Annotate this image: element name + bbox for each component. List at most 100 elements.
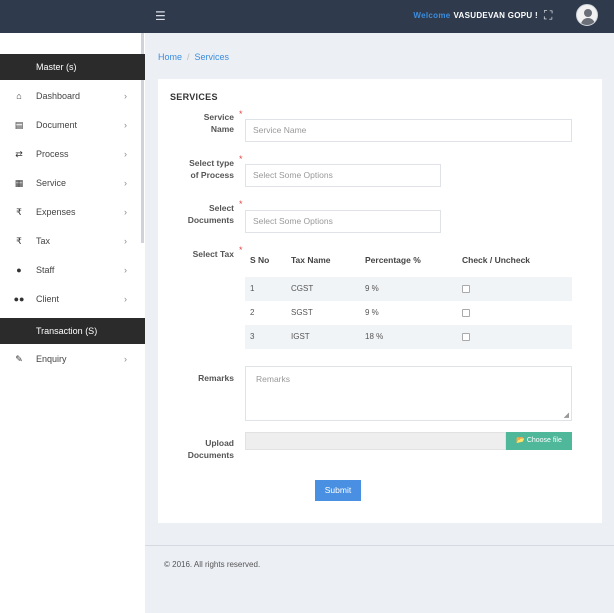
breadcrumb-separator: / (187, 52, 190, 62)
chevron-right-icon: › (124, 91, 127, 101)
table-row: 3 IGST 18 % (245, 325, 572, 349)
required-marker: * (239, 245, 243, 255)
sidebar-item-label: Document (36, 120, 78, 130)
home-icon: ⌂ (16, 91, 22, 101)
remarks-textarea[interactable]: Remarks ◢ (245, 366, 572, 421)
chevron-right-icon: › (124, 120, 127, 130)
tax-sno: 3 (250, 332, 255, 341)
user-icon: ● (16, 265, 22, 275)
tax-percent: 9 % (365, 308, 379, 317)
label-line: of Process (190, 170, 234, 180)
sidebar-item-client[interactable]: ●● Client › (0, 285, 145, 314)
tax-percent: 18 % (365, 332, 384, 341)
label-line: Documents (187, 215, 234, 225)
sidebar-item-service[interactable]: ▦ Service › (0, 169, 145, 198)
required-marker: * (239, 199, 243, 209)
label-line: Name (210, 124, 234, 134)
chevron-right-icon: › (124, 294, 127, 304)
welcome-message: Welcome VASUDEVAN GOPU ! (413, 11, 538, 20)
sidebar-header-master: Master (s) (0, 54, 145, 80)
chevron-right-icon: › (124, 149, 127, 159)
chevron-right-icon: › (124, 236, 127, 246)
tax-sno: 1 (250, 284, 255, 293)
rupee-icon: ₹ (16, 207, 22, 217)
chevron-right-icon: › (124, 178, 127, 188)
tax-checkbox[interactable] (462, 285, 470, 293)
breadcrumb: Home / Services (158, 52, 229, 62)
sidebar-item-label: Dashboard (36, 91, 81, 101)
page-title: SERVICES (170, 92, 218, 102)
label-line: Service (203, 112, 234, 122)
tax-checkbox[interactable] (462, 309, 470, 317)
tax-sno: 2 (250, 308, 255, 317)
process-type-select[interactable]: Select Some Options (245, 164, 441, 187)
required-marker: * (239, 109, 243, 119)
table-header: Check / Uncheck (462, 255, 531, 265)
resize-handle-icon[interactable]: ◢ (564, 411, 569, 419)
sidebar-header-transaction: Transaction (S) (0, 318, 145, 344)
table-row: 1 CGST 9 % (245, 277, 572, 301)
select-tax-label: Select Tax (192, 249, 234, 259)
users-icon: ●● (13, 294, 25, 304)
table-header: Percentage % (365, 255, 421, 265)
footer-divider (145, 545, 614, 546)
required-marker: * (239, 154, 243, 164)
sidebar-item-document[interactable]: ▤ Document › (0, 111, 145, 140)
document-icon: ▤ (14, 120, 24, 130)
sidebar-item-label: Client (36, 294, 60, 304)
sidebar-item-staff[interactable]: ● Staff › (0, 256, 145, 285)
sidebar-item-label: Expenses (36, 207, 76, 217)
expand-icon[interactable]: ⛶ (544, 8, 552, 23)
welcome-label: Welcome (413, 11, 451, 20)
edit-icon: ✎ (15, 354, 23, 364)
tax-name: CGST (291, 284, 314, 293)
user-name: VASUDEVAN GOPU ! (453, 11, 538, 20)
tax-percent: 9 % (365, 284, 379, 293)
avatar-head-shape (584, 9, 592, 17)
choose-file-label: Choose file (526, 437, 562, 444)
folder-open-icon: 📂 (516, 437, 525, 444)
user-avatar-icon[interactable] (576, 4, 598, 26)
sidebar-item-label: Enquiry (36, 354, 67, 364)
breadcrumb-current[interactable]: Services (195, 52, 230, 62)
sidebar-item-expenses[interactable]: ₹ Expenses › (0, 198, 145, 227)
tax-name: SGST (291, 308, 313, 317)
sidebar-item-tax[interactable]: ₹ Tax › (0, 227, 145, 256)
label-line: Select type (189, 158, 234, 168)
tax-checkbox[interactable] (462, 333, 470, 341)
label-line: Select (208, 203, 234, 213)
file-path-field[interactable] (245, 432, 506, 450)
process-type-label: Select type of Process (158, 157, 234, 181)
service-name-input[interactable]: Service Name (245, 119, 572, 142)
sidebar-item-label: Service (36, 178, 67, 188)
services-form-panel: SERVICES Service Name * Service Name Sel… (158, 79, 602, 523)
sidebar-item-dashboard[interactable]: ⌂ Dashboard › (0, 82, 145, 111)
remarks-label: Remarks (198, 373, 234, 383)
sidebar-item-label: Tax (36, 236, 51, 246)
sidebar-item-process[interactable]: ⇄ Process › (0, 140, 145, 169)
upload-documents-label: Upload Documents (158, 437, 234, 461)
sidebar-item-label: Process (36, 149, 69, 159)
choose-file-button[interactable]: 📂 Choose file (506, 432, 572, 450)
hamburger-icon[interactable]: ☰ (155, 9, 166, 23)
tax-name: IGST (291, 332, 310, 341)
table-row: 2 SGST 9 % (245, 301, 572, 325)
documents-label: Select Documents (158, 202, 234, 226)
breadcrumb-home-link[interactable]: Home (158, 52, 182, 62)
label-line: Upload (205, 438, 234, 448)
table-header: S No (250, 255, 270, 265)
footer-copyright: © 2016. All rights reserved. (164, 560, 261, 569)
submit-button[interactable]: Submit (315, 480, 361, 501)
table-header: Tax Name (291, 255, 331, 265)
chevron-right-icon: › (124, 354, 127, 364)
grid-icon: ▦ (14, 178, 24, 188)
documents-select[interactable]: Select Some Options (245, 210, 441, 233)
chevron-right-icon: › (124, 207, 127, 217)
label-line: Documents (187, 450, 234, 460)
sidebar-item-enquiry[interactable]: ✎ Enquiry › (0, 345, 145, 374)
service-name-label: Service Name (158, 111, 234, 135)
sidebar-item-label: Staff (36, 265, 55, 275)
remarks-placeholder: Remarks (256, 374, 291, 384)
chevron-right-icon: › (124, 265, 127, 275)
rupee-icon: ₹ (16, 236, 22, 246)
